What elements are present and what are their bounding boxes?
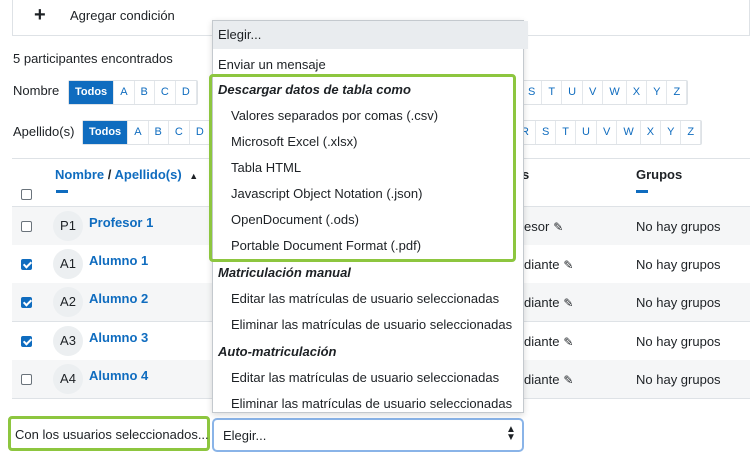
user-name-link[interactable]: Alumno 1 <box>89 253 148 268</box>
initial-y[interactable]: Y <box>647 81 668 104</box>
initial-w[interactable]: W <box>603 81 627 104</box>
name-filter-label: Nombre <box>13 83 60 98</box>
surname-filter-label: Apellido(s) <box>13 124 75 139</box>
avatar: P1 <box>53 211 83 241</box>
select-all-checkbox[interactable] <box>21 189 32 200</box>
initial-c[interactable]: C <box>169 121 190 144</box>
role-cell: diante ✎ <box>524 257 573 272</box>
role-text: diante <box>524 334 560 349</box>
row-checkbox[interactable] <box>21 221 32 232</box>
pencil-icon[interactable]: ✎ <box>563 373 573 387</box>
bulk-action-label: Con los usuarios seleccionados... <box>15 427 209 442</box>
initial-d[interactable]: D <box>176 81 197 104</box>
row-checkbox[interactable] <box>21 336 32 347</box>
groups-cell: No hay grupos <box>636 372 721 387</box>
groups-column-header: Grupos <box>636 167 683 182</box>
name-collapse-icon[interactable] <box>56 190 68 193</box>
initial-x[interactable]: X <box>627 81 648 104</box>
initial-b[interactable]: B <box>135 81 155 104</box>
dropdown-option-send-message[interactable]: Enviar un mensaje <box>213 57 528 72</box>
row-checkbox[interactable] <box>21 259 32 270</box>
bulk-action-select-value: Elegir... <box>223 428 267 443</box>
initial-u[interactable]: U <box>576 121 597 144</box>
user-name-link[interactable]: Profesor 1 <box>89 215 153 230</box>
row-checkbox[interactable] <box>21 297 32 308</box>
initial-v[interactable]: V <box>583 81 604 104</box>
initial-z[interactable]: Z <box>667 81 688 104</box>
user-name-link[interactable]: Alumno 3 <box>89 330 148 345</box>
dropdown-option-manual-0[interactable]: Editar las matrículas de usuario selecci… <box>213 291 541 306</box>
dropdown-group-manual: Matriculación manual <box>218 265 351 280</box>
name-column-header[interactable]: Nombre / Apellido(s) ▲ <box>55 167 198 182</box>
avatar: A2 <box>53 287 83 317</box>
groups-cell: No hay grupos <box>636 257 721 272</box>
groups-cell: No hay grupos <box>636 219 721 234</box>
dropdown-option-self-0[interactable]: Editar las matrículas de usuario selecci… <box>213 370 541 385</box>
initial-t[interactable]: T <box>542 81 563 104</box>
dropdown-option-manual-1[interactable]: Eliminar las matrículas de usuario selec… <box>213 317 541 332</box>
column-separator: / <box>104 167 115 182</box>
sort-name-link[interactable]: Nombre <box>55 167 104 182</box>
pencil-icon[interactable]: ✎ <box>563 296 573 310</box>
dropdown-option-self-1[interactable]: Eliminar las matrículas de usuario selec… <box>213 396 541 411</box>
avatar: A1 <box>53 249 83 279</box>
name-initials-right: STUVWXYZ <box>521 80 689 105</box>
sort-surname-link[interactable]: Apellido(s) <box>114 167 181 182</box>
initial-v[interactable]: V <box>597 121 618 144</box>
initial-a[interactable]: A <box>128 121 149 144</box>
sort-arrow-icon: ▲ <box>189 171 199 181</box>
name-initials-left: Todos A B C D <box>68 80 198 105</box>
initial-w[interactable]: W <box>617 121 641 144</box>
initial-c[interactable]: C <box>155 81 176 104</box>
role-text: diante <box>524 257 560 272</box>
participants-count: 5 participantes encontrados <box>13 51 173 66</box>
add-condition-button[interactable]: Agregar condición <box>70 8 175 23</box>
surname-initials-right: RSTUVWXYZ <box>514 120 703 145</box>
groups-cell: No hay grupos <box>636 334 721 349</box>
initial-t[interactable]: T <box>556 121 577 144</box>
user-name-link[interactable]: Alumno 2 <box>89 291 148 306</box>
initial-d[interactable]: D <box>190 121 211 144</box>
initial-z[interactable]: Z <box>681 121 702 144</box>
initial-u[interactable]: U <box>562 81 584 104</box>
pencil-icon[interactable]: ✎ <box>553 220 563 234</box>
dropdown-group-self: Auto-matriculación <box>218 344 337 359</box>
initial-a[interactable]: A <box>114 81 135 104</box>
initial-y[interactable]: Y <box>661 121 682 144</box>
initial-all[interactable]: Todos <box>83 121 129 144</box>
dropdown-option-choose[interactable]: Elegir... <box>213 21 528 49</box>
role-cell: diante ✎ <box>524 334 573 349</box>
user-name-link[interactable]: Alumno 4 <box>89 368 148 383</box>
surname-initials-left: Todos A B C D <box>82 120 212 145</box>
plus-icon[interactable]: + <box>34 4 46 27</box>
avatar: A4 <box>53 364 83 394</box>
row-checkbox[interactable] <box>21 374 32 385</box>
select-caret-icon: ▲ ▼ <box>506 424 516 443</box>
initial-x[interactable]: X <box>641 121 662 144</box>
groups-cell: No hay grupos <box>636 295 721 310</box>
pencil-icon[interactable]: ✎ <box>563 335 573 349</box>
avatar: A3 <box>53 326 83 356</box>
download-options-highlight <box>209 74 516 262</box>
initial-all[interactable]: Todos <box>69 81 115 104</box>
pencil-icon[interactable]: ✎ <box>563 258 573 272</box>
initial-b[interactable]: B <box>149 121 169 144</box>
groups-collapse-icon[interactable] <box>636 190 648 193</box>
